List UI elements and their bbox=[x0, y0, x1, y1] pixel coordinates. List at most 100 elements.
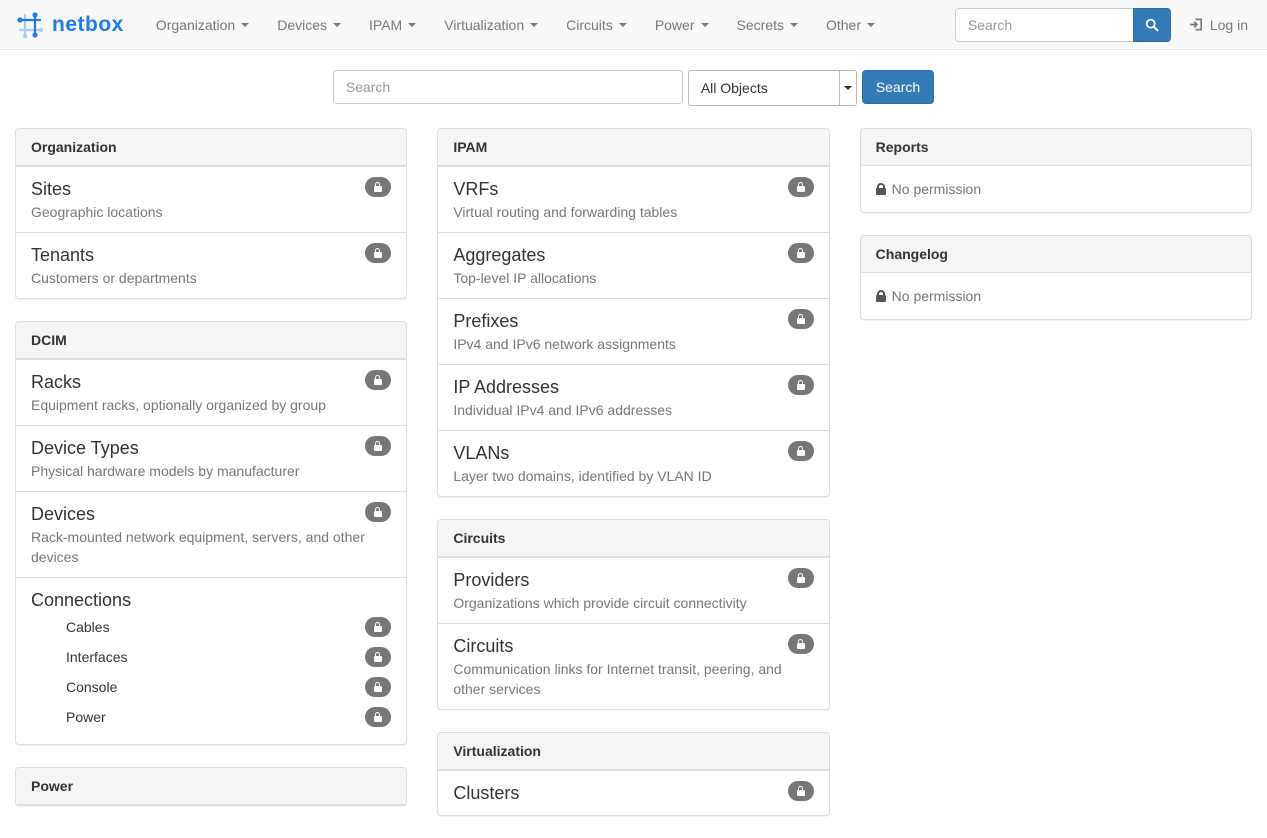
sub-item-console[interactable]: Console bbox=[31, 672, 391, 702]
lock-badge-icon bbox=[365, 502, 391, 522]
chevron-down-icon bbox=[867, 23, 875, 27]
menu-circuits[interactable]: Circuits bbox=[552, 0, 641, 50]
item-description: Layer two domains, identified by VLAN ID bbox=[453, 466, 813, 486]
chevron-down-icon bbox=[530, 23, 538, 27]
main-menu: Organization Devices IPAM Virtualization… bbox=[142, 0, 889, 50]
menu-label: IPAM bbox=[369, 17, 402, 33]
list-item-providers[interactable]: Providers Organizations which provide ci… bbox=[438, 557, 828, 623]
navbar-search-button[interactable] bbox=[1133, 8, 1171, 42]
item-title[interactable]: Circuits bbox=[453, 634, 813, 658]
chevron-down-icon bbox=[790, 23, 798, 27]
menu-ipam[interactable]: IPAM bbox=[355, 0, 430, 50]
panel-ipam: IPAM VRFs Virtual routing and forwarding… bbox=[437, 128, 829, 497]
item-description: Rack-mounted network equipment, servers,… bbox=[31, 527, 391, 567]
list-item-aggregates[interactable]: Aggregates Top-level IP allocations bbox=[438, 232, 828, 298]
lock-badge-icon bbox=[788, 781, 814, 801]
item-description: Equipment racks, optionally organized by… bbox=[31, 395, 391, 415]
navbar: netbox Organization Devices IPAM Virtual… bbox=[0, 0, 1267, 50]
lock-badge-icon bbox=[788, 634, 814, 654]
list-item-vlans[interactable]: VLANs Layer two domains, identified by V… bbox=[438, 430, 828, 496]
item-title[interactable]: Racks bbox=[31, 370, 391, 394]
item-title[interactable]: VRFs bbox=[453, 177, 813, 201]
panel-title: Power bbox=[16, 768, 406, 805]
list-item-ip-addresses[interactable]: IP Addresses Individual IPv4 and IPv6 ad… bbox=[438, 364, 828, 430]
chevron-down-icon bbox=[619, 23, 627, 27]
panel-title: Circuits bbox=[438, 520, 828, 557]
global-search-input[interactable] bbox=[333, 70, 683, 104]
brand-name: netbox bbox=[52, 13, 124, 37]
lock-icon bbox=[876, 188, 886, 195]
lock-badge-icon bbox=[365, 370, 391, 390]
lock-icon bbox=[876, 295, 886, 302]
item-title[interactable]: Sites bbox=[31, 177, 391, 201]
chevron-down-icon bbox=[844, 86, 852, 90]
chevron-down-icon bbox=[701, 23, 709, 27]
list-item-prefixes[interactable]: Prefixes IPv4 and IPv6 network assignmen… bbox=[438, 298, 828, 364]
item-title[interactable]: VLANs bbox=[453, 441, 813, 465]
item-title[interactable]: Tenants bbox=[31, 243, 391, 267]
navbar-search-input[interactable] bbox=[955, 8, 1133, 42]
global-search-row: All Objects Search bbox=[0, 70, 1267, 106]
login-link[interactable]: Log in bbox=[1185, 17, 1252, 33]
menu-organization[interactable]: Organization bbox=[142, 0, 263, 50]
menu-label: Secrets bbox=[737, 17, 784, 33]
global-search-button[interactable]: Search bbox=[862, 70, 934, 104]
panel-title: Virtualization bbox=[438, 733, 828, 770]
lock-badge-icon bbox=[365, 707, 391, 727]
panel-title: Organization bbox=[16, 129, 406, 166]
lock-badge-icon bbox=[365, 177, 391, 197]
panel-title: DCIM bbox=[16, 322, 406, 359]
search-icon bbox=[1145, 18, 1159, 32]
list-item-devices[interactable]: Devices Rack-mounted network equipment, … bbox=[16, 491, 406, 577]
list-item-clusters[interactable]: Clusters bbox=[438, 770, 828, 815]
column-right: Reports No permission Changelog No permi… bbox=[860, 128, 1252, 838]
lock-badge-icon bbox=[788, 568, 814, 588]
panel-dcim: DCIM Racks Equipment racks, optionally o… bbox=[15, 321, 407, 745]
item-description: Physical hardware models by manufacturer bbox=[31, 461, 391, 481]
sub-item-label[interactable]: Interfaces bbox=[66, 649, 127, 665]
item-title: Connections bbox=[31, 588, 391, 612]
item-title[interactable]: Clusters bbox=[453, 781, 813, 805]
lock-badge-icon bbox=[365, 647, 391, 667]
item-description: Customers or departments bbox=[31, 268, 391, 288]
menu-power[interactable]: Power bbox=[641, 0, 723, 50]
log-in-icon bbox=[1189, 17, 1204, 32]
panel-changelog: Changelog No permission bbox=[860, 235, 1252, 320]
item-title[interactable]: IP Addresses bbox=[453, 375, 813, 399]
netbox-logo-icon bbox=[15, 10, 45, 40]
chevron-down-icon bbox=[241, 23, 249, 27]
item-title[interactable]: Providers bbox=[453, 568, 813, 592]
select-caret-box bbox=[839, 71, 856, 105]
sub-item-label[interactable]: Cables bbox=[66, 619, 110, 635]
list-item-vrfs[interactable]: VRFs Virtual routing and forwarding tabl… bbox=[438, 166, 828, 232]
list-item-circuits[interactable]: Circuits Communication links for Interne… bbox=[438, 623, 828, 709]
item-title[interactable]: Prefixes bbox=[453, 309, 813, 333]
menu-label: Power bbox=[655, 17, 695, 33]
list-item-device-types[interactable]: Device Types Physical hardware models by… bbox=[16, 425, 406, 491]
item-title[interactable]: Device Types bbox=[31, 436, 391, 460]
list-item-sites[interactable]: Sites Geographic locations bbox=[16, 166, 406, 232]
menu-label: Circuits bbox=[566, 17, 613, 33]
sub-item-cables[interactable]: Cables bbox=[31, 612, 391, 642]
sub-item-interfaces[interactable]: Interfaces bbox=[31, 642, 391, 672]
netbox-brand[interactable]: netbox bbox=[15, 10, 124, 40]
sub-item-power[interactable]: Power bbox=[31, 702, 391, 732]
lock-badge-icon bbox=[788, 309, 814, 329]
menu-virtualization[interactable]: Virtualization bbox=[430, 0, 552, 50]
item-description: Top-level IP allocations bbox=[453, 268, 813, 288]
chevron-down-icon bbox=[408, 23, 416, 27]
sub-item-label[interactable]: Power bbox=[66, 709, 106, 725]
login-label: Log in bbox=[1210, 17, 1248, 33]
item-title[interactable]: Devices bbox=[31, 502, 391, 526]
menu-label: Devices bbox=[277, 17, 327, 33]
list-item-racks[interactable]: Racks Equipment racks, optionally organi… bbox=[16, 359, 406, 425]
item-title[interactable]: Aggregates bbox=[453, 243, 813, 267]
object-type-selected-value: All Objects bbox=[689, 71, 839, 105]
menu-secrets[interactable]: Secrets bbox=[723, 0, 812, 50]
menu-devices[interactable]: Devices bbox=[263, 0, 355, 50]
menu-other[interactable]: Other bbox=[812, 0, 889, 50]
object-type-select[interactable]: All Objects bbox=[688, 70, 857, 106]
sub-item-label[interactable]: Console bbox=[66, 679, 117, 695]
item-description: Geographic locations bbox=[31, 202, 391, 222]
list-item-tenants[interactable]: Tenants Customers or departments bbox=[16, 232, 406, 298]
